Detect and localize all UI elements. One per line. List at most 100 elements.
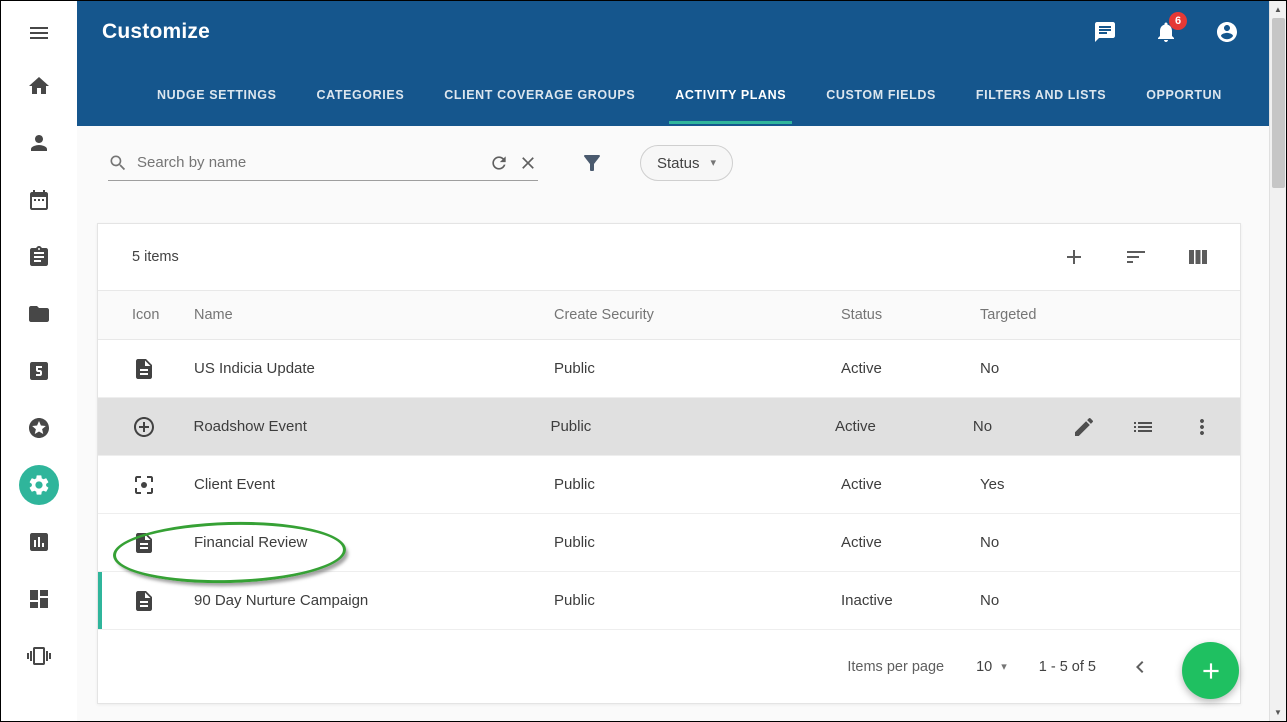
scroll-down-icon[interactable]: ▼ — [1270, 704, 1287, 721]
settings-icon[interactable] — [1, 456, 77, 513]
tab-filters-and-lists[interactable]: FILTERS AND LISTS — [976, 63, 1106, 126]
previous-page-icon[interactable] — [1128, 655, 1152, 679]
stars-icon[interactable] — [1, 399, 77, 456]
status-value: Active — [841, 360, 980, 377]
tab-categories[interactable]: CATEGORIES — [317, 63, 405, 126]
items-per-page-label: Items per page — [847, 659, 944, 675]
scroll-up-icon[interactable]: ▲ — [1270, 1, 1287, 18]
create-security-value: Public — [554, 592, 841, 609]
five-icon[interactable] — [1, 342, 77, 399]
status-filter-label: Status — [657, 155, 700, 172]
notification-badge: 6 — [1169, 12, 1187, 30]
document-icon — [132, 357, 194, 381]
tab-label: ACTIVITY PLANS — [675, 88, 786, 102]
table-row[interactable]: Roadshow Event Public Active No — [98, 398, 1240, 456]
targeted-value: No — [973, 418, 1072, 435]
topbar-title-row: Customize 6 — [77, 1, 1269, 63]
tab-label: OPPORTUN — [1146, 88, 1222, 102]
add-icon[interactable] — [1062, 245, 1086, 269]
tab-opportunities-truncated[interactable]: OPPORTUN — [1146, 63, 1222, 126]
calendar-icon[interactable] — [1, 171, 77, 228]
tab-label: CLIENT COVERAGE GROUPS — [444, 88, 635, 102]
main-area: Customize 6 NUDGE SETTINGS CATEGORI — [77, 1, 1269, 721]
status-filter-chip[interactable]: Status ▾ — [640, 145, 733, 181]
row-actions — [1072, 415, 1240, 439]
create-security-value: Public — [554, 476, 841, 493]
table-header-row: Icon Name Create Security Status Targete… — [98, 290, 1240, 340]
table-row[interactable]: US Indicia Update Public Active No — [98, 340, 1240, 398]
header-targeted: Targeted — [980, 307, 1080, 323]
tab-label: FILTERS AND LISTS — [976, 88, 1106, 102]
topbar: Customize 6 NUDGE SETTINGS CATEGORI — [77, 1, 1269, 126]
sort-icon[interactable] — [1124, 245, 1148, 269]
plan-name: Client Event — [194, 476, 554, 493]
clear-search-icon[interactable] — [518, 153, 538, 173]
sidebar — [1, 1, 77, 721]
status-value: Inactive — [841, 592, 980, 609]
chevron-down-icon: ▾ — [711, 158, 717, 169]
folder-icon[interactable] — [1, 285, 77, 342]
card-toolbar: 5 items — [98, 224, 1240, 290]
page-title: Customize — [102, 20, 210, 44]
tab-custom-fields[interactable]: CUSTOM FIELDS — [826, 63, 936, 126]
more-vert-icon[interactable] — [1190, 415, 1214, 439]
status-value: Active — [835, 418, 973, 435]
dashboard-icon[interactable] — [1, 570, 77, 627]
chevron-down-icon: ▾ — [1001, 660, 1007, 673]
reports-icon[interactable] — [1, 513, 77, 570]
tab-label: CATEGORIES — [317, 88, 405, 102]
edit-pencil-icon[interactable] — [1072, 415, 1096, 439]
list-icon[interactable] — [1131, 415, 1155, 439]
search-input[interactable] — [137, 154, 480, 171]
table-row[interactable]: Financial Review Public Active No — [98, 514, 1240, 572]
home-icon[interactable] — [1, 57, 77, 114]
pagination-range: 1 - 5 of 5 — [1039, 659, 1096, 675]
tab-activity-plans[interactable]: ACTIVITY PLANS — [675, 63, 786, 126]
refresh-icon[interactable] — [489, 153, 509, 173]
account-avatar-icon[interactable] — [1215, 20, 1239, 44]
center-focus-icon — [132, 473, 194, 497]
targeted-value: No — [980, 360, 1080, 377]
items-count: 5 items — [132, 249, 179, 265]
header-status: Status — [841, 307, 980, 323]
create-security-value: Public — [554, 534, 841, 551]
app-window: Customize 6 NUDGE SETTINGS CATEGORI — [0, 0, 1287, 722]
menu-icon[interactable] — [1, 9, 77, 57]
status-value: Active — [841, 476, 980, 493]
vertical-scrollbar[interactable]: ▲ ▼ — [1269, 1, 1286, 721]
contacts-icon[interactable] — [1, 114, 77, 171]
status-value: Active — [841, 534, 980, 551]
document-icon — [132, 531, 194, 555]
targeted-value: No — [980, 534, 1080, 551]
search-icon — [108, 153, 128, 173]
plan-name: Financial Review — [194, 534, 554, 551]
notifications-bell-icon[interactable]: 6 — [1154, 20, 1178, 44]
tasks-icon[interactable] — [1, 228, 77, 285]
search-box — [108, 145, 538, 181]
columns-icon[interactable] — [1186, 245, 1210, 269]
topbar-actions: 6 — [1093, 20, 1239, 44]
document-icon — [132, 589, 194, 613]
create-security-value: Public — [550, 418, 835, 435]
tab-nudge-settings[interactable]: NUDGE SETTINGS — [157, 63, 277, 126]
create-security-value: Public — [554, 360, 841, 377]
targeted-value: No — [980, 592, 1080, 609]
page-size-select[interactable]: 10 ▾ — [976, 659, 1007, 675]
plan-name: US Indicia Update — [194, 360, 554, 377]
pagination-bar: Items per page 10 ▾ 1 - 5 of 5 — [98, 630, 1240, 703]
content-area: Status ▾ 5 items — [77, 126, 1269, 721]
search-filter-row: Status ▾ — [77, 126, 1269, 200]
activity-plans-card: 5 items Icon Nam — [97, 223, 1241, 704]
tab-label: NUDGE SETTINGS — [157, 88, 277, 102]
page-size-value: 10 — [976, 659, 992, 675]
add-activity-plan-fab[interactable] — [1182, 642, 1239, 699]
table-row[interactable]: 90 Day Nurture Campaign Public Inactive … — [98, 572, 1240, 630]
vibration-icon[interactable] — [1, 627, 77, 684]
chat-icon[interactable] — [1093, 20, 1117, 44]
filter-funnel-icon[interactable] — [580, 151, 604, 175]
scrollbar-thumb[interactable] — [1272, 18, 1285, 188]
table-row[interactable]: Client Event Public Active Yes — [98, 456, 1240, 514]
header-icon: Icon — [132, 307, 194, 323]
tab-client-coverage-groups[interactable]: CLIENT COVERAGE GROUPS — [444, 63, 635, 126]
card-toolbar-tools — [1062, 245, 1210, 269]
